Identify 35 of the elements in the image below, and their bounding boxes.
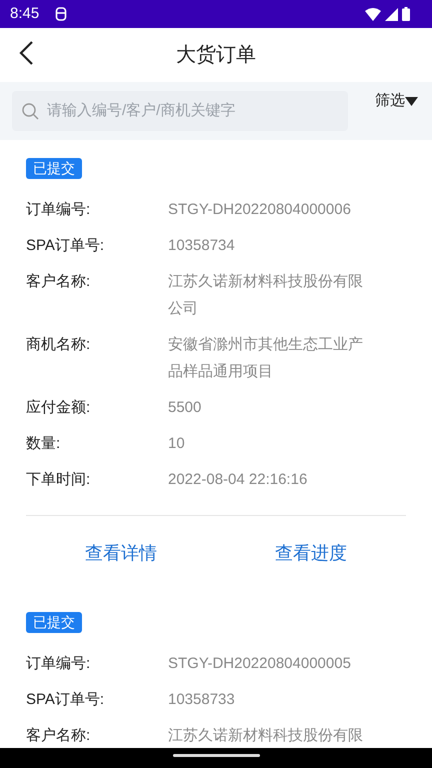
action-link[interactable]: 查看详情 <box>85 516 157 591</box>
field-label: 商机名称: <box>26 335 92 355</box>
field-label: 订单编号: <box>26 200 92 220</box>
field-value: 10358734 <box>168 236 236 256</box>
status-tag: 已提交 <box>26 158 82 179</box>
field-value: 5500 <box>168 398 202 418</box>
search-box[interactable]: 请输入编号/客户/商机关键字 <box>12 91 348 131</box>
signal-icon <box>385 8 398 20</box>
field-value: 江苏久诺新材料科技股份有限 <box>168 726 364 746</box>
field-label: 数量: <box>26 434 62 454</box>
field-label: SPA订单号: <box>26 236 106 256</box>
home-handle[interactable] <box>173 754 260 757</box>
field-label: 订单编号: <box>26 654 92 674</box>
field-label: SPA订单号: <box>26 690 106 710</box>
caret-icon <box>405 96 418 106</box>
field-value: 江苏久诺新材料科技股份有限公司 <box>168 272 364 319</box>
search-field[interactable]: 请输入编号/客户/商机关键字 <box>47 100 338 122</box>
field-value: 10358733 <box>168 690 236 710</box>
battery-icon <box>402 7 410 21</box>
action-link[interactable]: 查看进度 <box>275 516 347 591</box>
field-label: 下单时间: <box>26 470 92 490</box>
field-value: 安徽省滁州市其他生态工业产品样品通用项目 <box>168 335 364 382</box>
field-label: 客户名称: <box>26 726 92 746</box>
field-value: STGY-DH20220804000006 <box>168 200 352 220</box>
field-label: 客户名称: <box>26 272 92 292</box>
field-value: STGY-DH20220804000005 <box>168 654 352 674</box>
page-title: 大货订单 <box>176 43 256 68</box>
search-icon <box>22 102 39 120</box>
filter-button[interactable]: 筛选 <box>375 90 418 112</box>
wifi-icon <box>365 8 381 20</box>
clock: 8:45 <box>10 4 40 24</box>
status-tag: 已提交 <box>26 612 82 633</box>
field-value: 10 <box>168 434 186 454</box>
field-label: 应付金额: <box>26 398 92 418</box>
field-value: 2022-08-04 22:16:16 <box>168 470 308 490</box>
